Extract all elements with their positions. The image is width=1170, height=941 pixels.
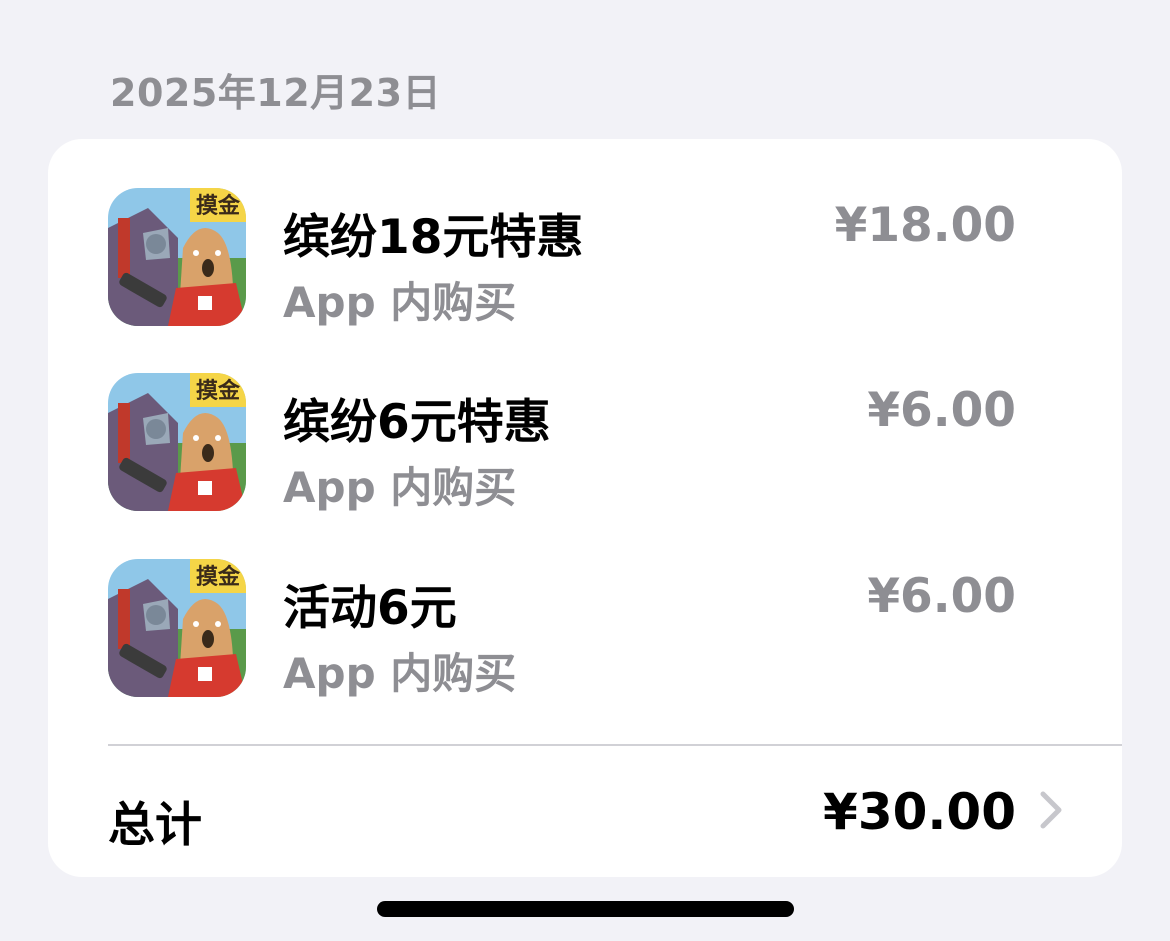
chevron-right-icon [1038,790,1064,830]
home-indicator[interactable] [377,901,794,917]
total-row[interactable]: 总计 ¥30.00 [48,746,1122,877]
item-subtitle: App 内购买 [283,463,517,512]
item-price: ¥6.00 [867,383,1016,438]
game-app-icon: 摸金 [108,373,246,511]
item-title: 缤纷18元特惠 [283,210,584,265]
item-price: ¥6.00 [867,569,1016,624]
purchase-card: 摸金 缤纷18元特惠 App 内购买 ¥18.00 摸金 缤纷6元特惠 App … [48,139,1122,877]
game-app-icon: 摸金 [108,188,246,326]
total-amount: ¥30.00 [823,783,1016,841]
total-label: 总计 [108,798,202,853]
date-header: 2025年12月23日 [110,71,442,115]
item-title: 活动6元 [283,581,457,636]
purchase-item[interactable]: 摸金 活动6元 App 内购买 ¥6.00 [48,553,1122,713]
purchase-item[interactable]: 摸金 缤纷18元特惠 App 内购买 ¥18.00 [48,181,1122,341]
icon-badge-text: 摸金 [196,193,241,219]
purchase-item[interactable]: 摸金 缤纷6元特惠 App 内购买 ¥6.00 [48,367,1122,527]
item-price: ¥18.00 [834,198,1016,253]
icon-badge-text: 摸金 [196,564,241,590]
game-app-icon: 摸金 [108,559,246,697]
item-title: 缤纷6元特惠 [283,395,551,450]
item-subtitle: App 内购买 [283,278,517,327]
icon-badge-text: 摸金 [196,378,241,404]
item-subtitle: App 内购买 [283,649,517,698]
